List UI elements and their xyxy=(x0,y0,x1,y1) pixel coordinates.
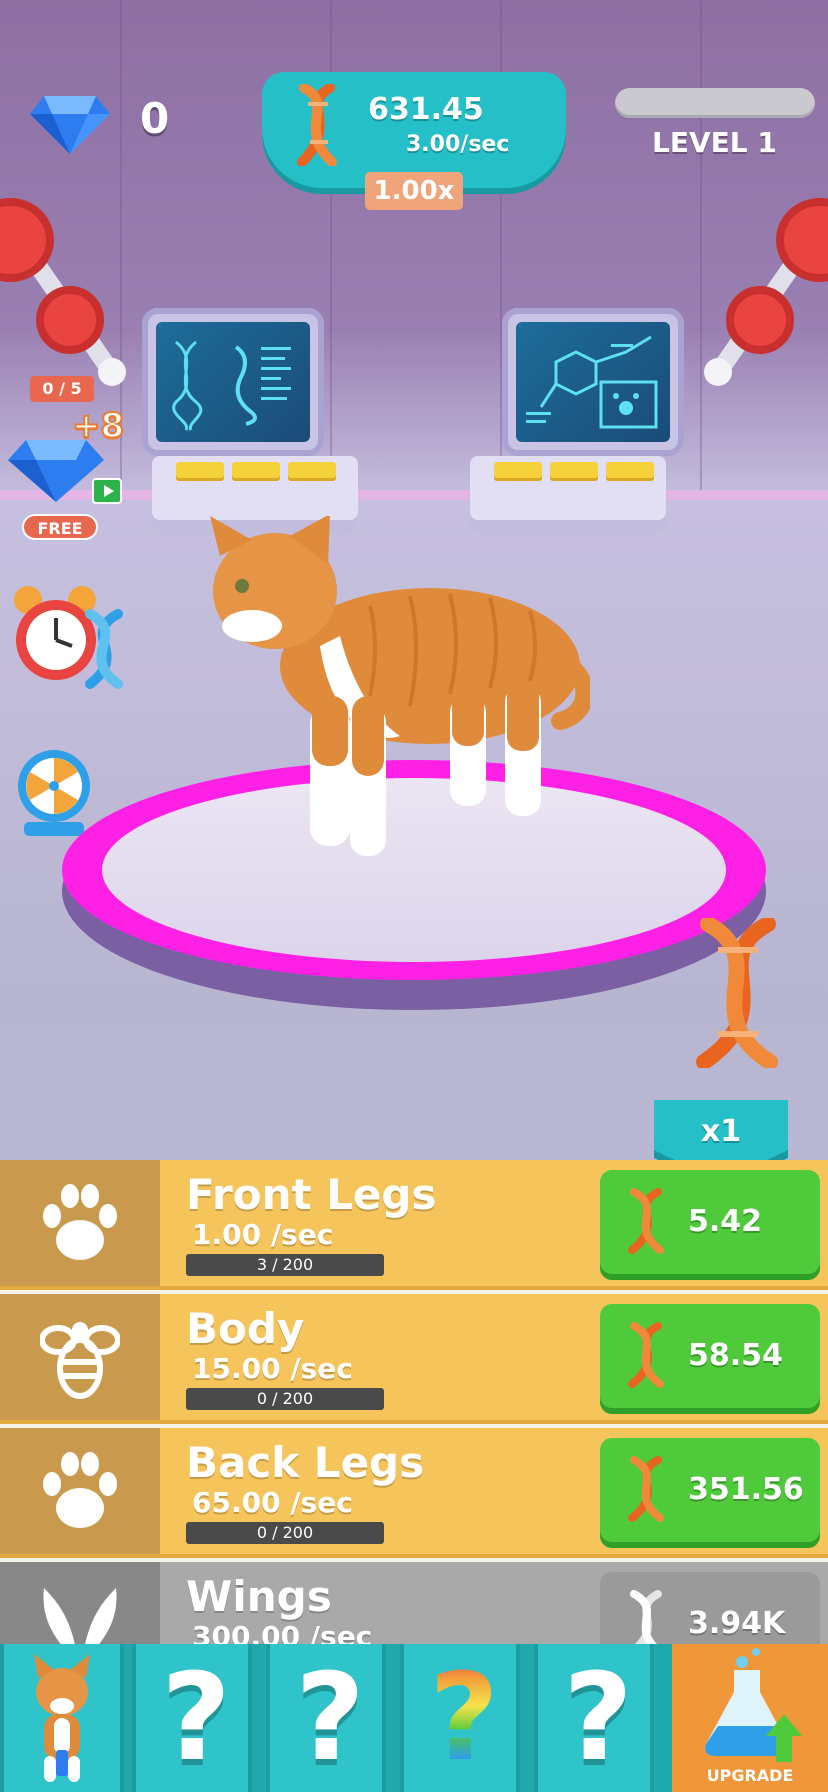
upgrade-row-back-legs: Back Legs 65.00 /sec 0 / 200 351.56 xyxy=(0,1428,828,1554)
buy-cost: 351.56 xyxy=(688,1472,804,1507)
paw-icon xyxy=(0,1428,160,1554)
question-mark-icon: ? xyxy=(563,1649,633,1788)
upgrade-list: Front Legs 1.00 /sec 3 / 200 5.42 Body 1… xyxy=(0,1160,828,1688)
upgrade-name: Wings xyxy=(186,1572,332,1621)
creature-slot-locked[interactable]: ? xyxy=(132,1644,252,1792)
creature-slot-cat[interactable] xyxy=(0,1644,124,1792)
paw-icon xyxy=(0,1160,160,1286)
upgrade-name: Back Legs xyxy=(186,1438,425,1487)
upgrade-row-body: Body 15.00 /sec 0 / 200 58.54 xyxy=(0,1294,828,1420)
diamond-icon xyxy=(30,96,110,154)
buy-body-button[interactable]: 58.54 xyxy=(600,1304,820,1408)
gem-count: 0 xyxy=(140,94,170,143)
creature-slot-locked[interactable]: ? xyxy=(266,1644,386,1792)
dna-total: 631.45 xyxy=(368,92,484,127)
question-mark-icon: ? xyxy=(295,1649,365,1788)
level-progress-bar xyxy=(615,88,815,118)
question-mark-icon: ? xyxy=(161,1649,231,1788)
upgrade-rate: 1.00 /sec xyxy=(192,1218,334,1251)
dna-icon xyxy=(628,1456,664,1522)
bee-body-icon xyxy=(0,1294,160,1420)
robot-arm-left xyxy=(0,198,126,386)
buy-multiplier-label[interactable]: x1 xyxy=(654,1114,788,1149)
upgrade-row-front-legs: Front Legs 1.00 /sec 3 / 200 5.42 xyxy=(0,1160,828,1286)
flask-icon xyxy=(705,1648,802,1762)
buy-cost: 5.42 xyxy=(688,1204,763,1239)
buy-front-legs-button[interactable]: 5.42 xyxy=(600,1170,820,1274)
buy-cost: 58.54 xyxy=(688,1338,783,1373)
upgrade-name: Front Legs xyxy=(186,1170,437,1219)
creature-bar: ? ? ? ? UPGRADE xyxy=(0,1644,828,1792)
wall-floor-trim xyxy=(0,490,828,500)
dna-currency-panel: 631.45 3.00/sec xyxy=(262,72,566,188)
cat-avatar xyxy=(34,1654,90,1782)
upgrade-lab-button[interactable]: UPGRADE xyxy=(672,1644,828,1792)
floating-dna-pickup[interactable] xyxy=(684,918,790,1068)
dna-monitor xyxy=(142,308,324,456)
upgrade-progress: 0 / 200 xyxy=(186,1388,384,1410)
buy-back-legs-button[interactable]: 351.56 xyxy=(600,1438,820,1542)
chem-monitor xyxy=(502,308,684,456)
upgrade-progress: 3 / 200 xyxy=(186,1254,384,1276)
robot-arm-right xyxy=(704,198,828,386)
spin-wheel-button[interactable] xyxy=(14,746,94,842)
game-scene: 0 631.45 3.00/sec 1.00x LEVEL 1 0 / 5 +8… xyxy=(0,0,828,1160)
upgrade-name: Body xyxy=(186,1304,305,1353)
dna-rate: 3.00/sec xyxy=(406,132,510,157)
dna-icon xyxy=(297,84,337,166)
rainbow-question-mark-icon: ? xyxy=(404,1654,524,1784)
ad-counter-badge: 0 / 5 xyxy=(30,376,94,402)
upgrade-label: UPGRADE xyxy=(706,1766,794,1785)
creature-slot-locked[interactable]: ? xyxy=(400,1644,520,1792)
creature-slot-locked[interactable]: ? xyxy=(534,1644,654,1792)
upgrade-rate: 65.00 /sec xyxy=(192,1486,353,1519)
alarm-clock-boost-button[interactable] xyxy=(10,584,134,690)
upgrade-progress: 0 / 200 xyxy=(186,1522,384,1544)
free-gems-label[interactable]: FREE xyxy=(22,514,98,540)
level-label: LEVEL 1 xyxy=(652,126,777,159)
upgrade-rate: 15.00 /sec xyxy=(192,1352,353,1385)
multiplier-badge[interactable]: 1.00x xyxy=(365,172,463,210)
dna-icon xyxy=(628,1188,664,1254)
dna-icon xyxy=(628,1322,664,1388)
cat-creature[interactable] xyxy=(200,516,590,886)
free-gems-button[interactable] xyxy=(6,434,106,504)
video-play-icon xyxy=(92,478,122,504)
buy-cost: 3.94K xyxy=(688,1606,786,1641)
